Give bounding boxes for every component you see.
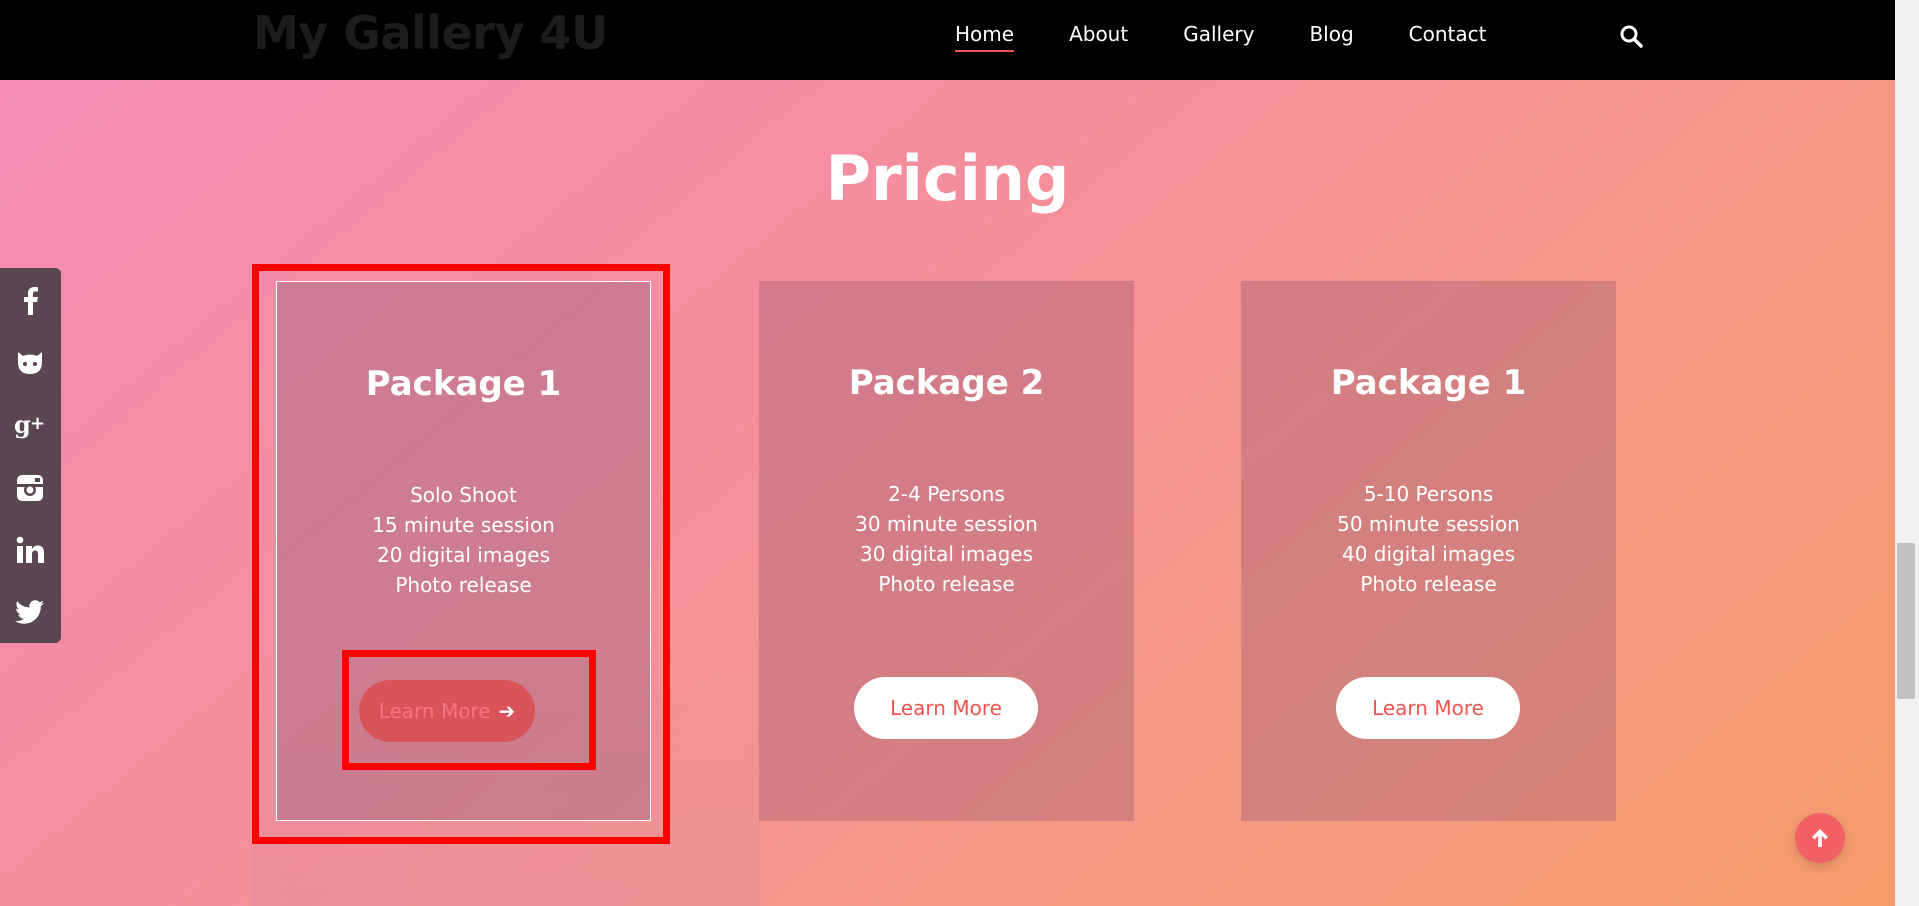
google-plus-icon[interactable]: g + bbox=[14, 409, 46, 441]
highlight-box-button bbox=[342, 650, 596, 770]
feature-item: 30 minute session bbox=[855, 512, 1038, 536]
button-label: Learn More bbox=[890, 696, 1002, 720]
site-logo[interactable]: My Gallery 4U bbox=[253, 6, 608, 60]
twitter-icon[interactable] bbox=[14, 597, 46, 629]
nav-blog[interactable]: Blog bbox=[1309, 22, 1353, 52]
pricing-card-3: Package 1 5-10 Persons 50 minute session… bbox=[1241, 281, 1616, 821]
nav-home[interactable]: Home bbox=[955, 22, 1015, 52]
learn-more-button[interactable]: Learn More bbox=[1336, 677, 1520, 739]
nav-contact[interactable]: Contact bbox=[1409, 22, 1487, 52]
feature-item: Photo release bbox=[1360, 572, 1497, 596]
feature-item: 30 digital images bbox=[859, 542, 1034, 566]
facebook-icon[interactable] bbox=[14, 284, 46, 316]
feature-item: 5-10 Persons bbox=[1363, 482, 1494, 506]
card-title: Package 1 bbox=[1330, 363, 1527, 403]
arrow-up-icon bbox=[1812, 829, 1828, 847]
feature-item: 2-4 Persons bbox=[888, 482, 1005, 506]
section-title: Pricing bbox=[825, 142, 1070, 215]
social-sidebar: g + bbox=[0, 268, 61, 643]
feature-item: Photo release bbox=[878, 572, 1015, 596]
feature-item: 40 digital images bbox=[1341, 542, 1516, 566]
instagram-icon[interactable] bbox=[14, 472, 46, 504]
nav-about[interactable]: About bbox=[1069, 22, 1128, 52]
linkedin-icon[interactable] bbox=[14, 534, 46, 566]
top-navbar: My Gallery 4U Home About Gallery Blog Co… bbox=[0, 0, 1895, 80]
learn-more-button[interactable]: Learn More bbox=[854, 677, 1038, 739]
svg-text:g: g bbox=[14, 411, 31, 439]
card-features: 5-10 Persons 50 minute session 40 digita… bbox=[1241, 479, 1616, 599]
page-scrollbar[interactable] bbox=[1895, 0, 1919, 906]
svg-text:+: + bbox=[30, 413, 45, 434]
main-nav: Home About Gallery Blog Contact bbox=[955, 22, 1541, 52]
github-icon[interactable] bbox=[14, 346, 46, 378]
back-to-top-button[interactable] bbox=[1795, 813, 1845, 863]
search-icon[interactable] bbox=[1619, 24, 1643, 48]
scrollbar-thumb[interactable] bbox=[1897, 543, 1915, 699]
button-label: Learn More bbox=[1372, 696, 1484, 720]
pricing-card-2: Package 2 2-4 Persons 30 minute session … bbox=[759, 281, 1134, 821]
nav-gallery[interactable]: Gallery bbox=[1183, 22, 1254, 52]
feature-item: 50 minute session bbox=[1337, 512, 1520, 536]
card-features: 2-4 Persons 30 minute session 30 digital… bbox=[759, 479, 1134, 599]
card-title: Package 2 bbox=[848, 363, 1045, 403]
